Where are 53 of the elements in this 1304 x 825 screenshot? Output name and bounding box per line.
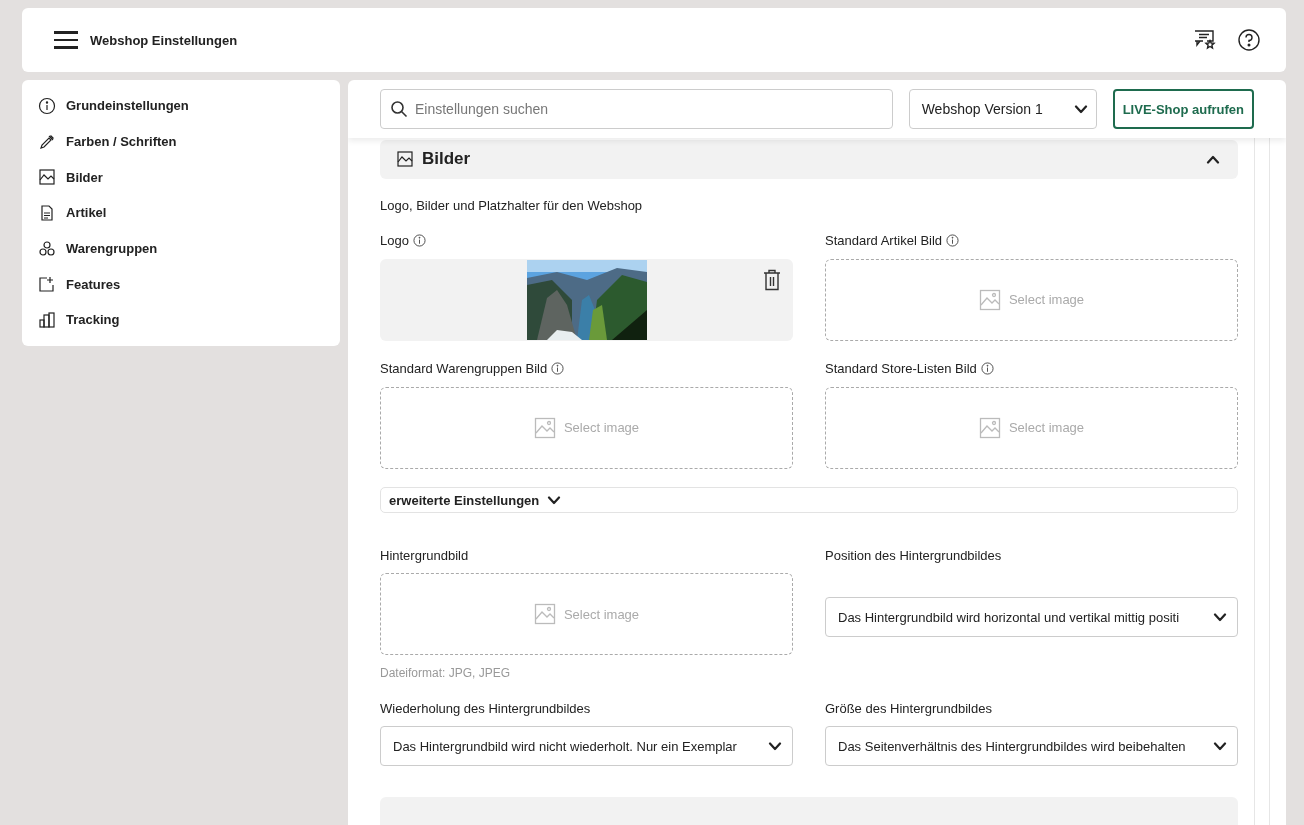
field-label: Standard Warengruppen Bild — [380, 361, 548, 377]
sidebar-item[interactable]: Bilder — [22, 159, 340, 196]
live-shop-button[interactable]: LIVE-Shop aufrufen — [1112, 89, 1254, 129]
section-header[interactable]: Bilder — [380, 140, 1238, 179]
size-select[interactable]: Das Seitenverhältnis des Hintergrundbildes wird beibehalten — [825, 726, 1238, 767]
field-label: Wiederholung des Hintergrundbildes — [380, 700, 591, 716]
field-label: Logo — [380, 233, 409, 249]
chevron-down-icon — [1213, 741, 1227, 751]
field-label: Standard Store-Listen Bild — [825, 361, 977, 377]
page-title: Webshop Einstellungen — [90, 32, 239, 48]
image-icon — [396, 150, 414, 169]
image-icon — [38, 168, 56, 187]
select-image-text: Select image — [1008, 420, 1085, 436]
sidebar-item[interactable]: Warengruppen — [22, 230, 340, 267]
sidebar-item[interactable]: Grundeinstellungen — [22, 88, 340, 124]
sidebar-item[interactable]: Features — [22, 266, 340, 303]
bar-chart-icon — [38, 310, 56, 329]
chevron-down-icon — [768, 741, 782, 751]
select-image-text: Select image — [563, 606, 640, 622]
trash-icon[interactable] — [763, 268, 781, 291]
field-label: Position des Hintergrundbildes — [825, 547, 1002, 563]
image-icon — [533, 416, 556, 439]
add-square-icon — [38, 275, 56, 294]
menu-icon[interactable] — [54, 31, 78, 49]
advanced-settings-toggle[interactable]: erweiterte Einstellungen — [380, 486, 1238, 514]
select-image-text: Select image — [563, 420, 640, 436]
sidebar-item[interactable]: Farben / Schriften — [22, 123, 340, 160]
field-label: Hintergrundbild — [380, 547, 469, 563]
section-description: Logo, Bilder und Platzhalter für den Webshop — [380, 197, 644, 213]
position-select[interactable]: Das Hintergrundbild wird horizontal und vertikal mittig positi — [825, 597, 1238, 638]
sidebar-item[interactable]: Artikel — [22, 195, 340, 231]
help-icon[interactable] — [1238, 29, 1260, 51]
field-label: Größe des Hintergrundbildes — [825, 700, 992, 716]
search-field[interactable]: Einstellungen suchen — [380, 89, 893, 129]
file-format-hint: Dateiformat: JPG, JPEG — [380, 666, 512, 681]
search-icon — [390, 100, 408, 118]
chevron-down-icon — [547, 495, 562, 505]
version-select[interactable]: Webshop Version 1 — [908, 89, 1097, 129]
chevron-down-icon — [1073, 104, 1088, 114]
chevron-down-icon — [1213, 612, 1227, 622]
image-icon — [533, 603, 556, 626]
info-icon — [38, 96, 56, 115]
chevron-up-icon — [1206, 154, 1220, 164]
review-icon[interactable] — [1194, 30, 1216, 50]
document-icon — [38, 203, 56, 222]
image-icon — [978, 288, 1001, 311]
circles-icon — [38, 239, 56, 258]
field-label: Standard Artikel Bild — [825, 233, 943, 249]
image-icon — [978, 416, 1001, 439]
repeat-select[interactable]: Das Hintergrundbild wird nicht wiederholt. Nur ein Exemplar — [380, 726, 793, 767]
pipette-icon — [38, 132, 56, 151]
sidebar-item[interactable]: Tracking — [22, 302, 340, 338]
select-image-text: Select image — [1008, 292, 1085, 308]
